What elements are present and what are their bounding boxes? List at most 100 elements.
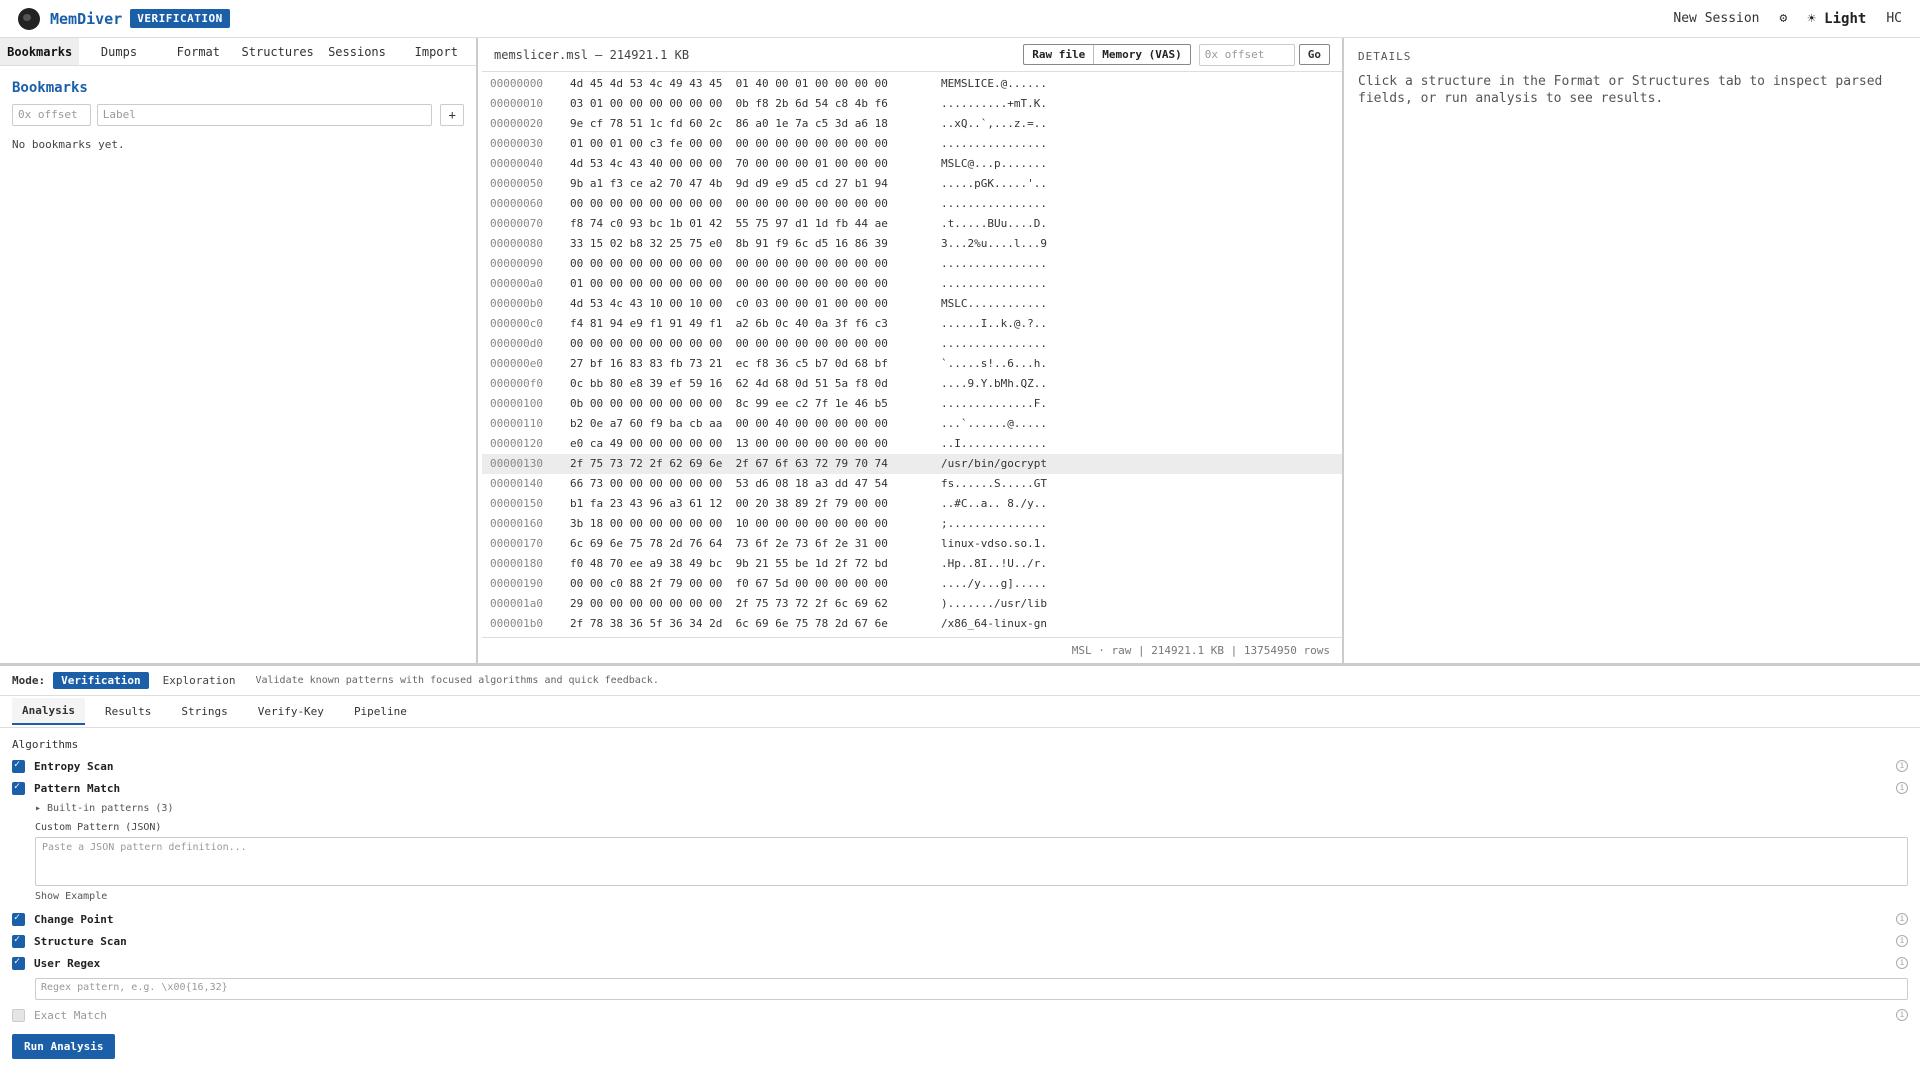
hex-ascii: linux-vdso.so.1. (941, 537, 1047, 550)
new-session-button[interactable]: New Session (1673, 11, 1759, 26)
algo-entropy: Entropy Scan i (12, 755, 1908, 777)
hex-row[interactable]: 00000180 f0 48 70 ee a9 38 49 bc 9b 21 55… (482, 554, 1342, 574)
show-example-link[interactable]: Show Example (35, 886, 1908, 908)
info-icon[interactable]: i (1896, 957, 1908, 969)
info-icon[interactable]: i (1896, 782, 1908, 794)
tab-bookmarks[interactable]: Bookmarks (0, 38, 80, 65)
hex-off: 00000130 (490, 457, 543, 470)
add-bookmark-button[interactable]: + (440, 104, 464, 126)
regex-input[interactable]: Regex pattern, e.g. \x00{16,32} (35, 978, 1908, 1000)
hex-off: 00000020 (490, 117, 543, 130)
hex-ascii: ..............F. (941, 397, 1047, 410)
hex-row[interactable]: 00000190 00 00 c0 88 2f 79 00 00 f0 67 5d… (482, 574, 1342, 594)
left-tabs: Bookmarks Dumps Format Structures Sessio… (0, 38, 476, 66)
hex-row[interactable]: 000001a0 29 00 00 00 00 00 00 00 2f 75 73… (482, 594, 1342, 614)
hex-row[interactable]: 00000020 9e cf 78 51 1c fd 60 2c 86 a0 1e… (482, 114, 1342, 134)
hex-ascii: ......I..k.@.?.. (941, 317, 1047, 330)
mode-badge: VERIFICATION (130, 9, 230, 28)
hex-off: 00000150 (490, 497, 543, 510)
tab-structures[interactable]: Structures (238, 38, 317, 65)
entropy-checkbox[interactable] (12, 759, 25, 773)
gear-icon[interactable]: ⚙ (1780, 11, 1788, 26)
mode-verification-button[interactable]: Verification (53, 672, 149, 689)
hex-off: 00000040 (490, 157, 543, 170)
hex-bytes: 01 00 00 00 00 00 00 00 00 00 00 00 00 0… (570, 277, 888, 290)
hex-row[interactable]: 00000150 b1 fa 23 43 96 a3 61 12 00 20 38… (482, 494, 1342, 514)
hex-row[interactable]: 00000040 4d 53 4c 43 40 00 00 00 70 00 00… (482, 154, 1342, 174)
info-icon[interactable]: i (1896, 1009, 1908, 1021)
hex-bytes: b1 fa 23 43 96 a3 61 12 00 20 38 89 2f 7… (570, 497, 888, 510)
theme-toggle[interactable]: ☀ Light (1807, 11, 1866, 27)
hex-bytes: 00 00 00 00 00 00 00 00 00 00 00 00 00 0… (570, 197, 888, 210)
hex-row[interactable]: 000000b0 4d 53 4c 43 10 00 10 00 c0 03 00… (482, 294, 1342, 314)
custom-pattern-textarea[interactable]: Paste a JSON pattern definition... (35, 837, 1908, 886)
bookmark-label-input[interactable]: Label (96, 104, 433, 126)
hex-bytes: 4d 53 4c 43 10 00 10 00 c0 03 00 00 01 0… (570, 297, 888, 310)
tab-results[interactable]: Results (95, 699, 161, 724)
hex-ascii: ..#C..a.. 8./y.. (941, 497, 1047, 510)
hex-row[interactable]: 00000100 0b 00 00 00 00 00 00 00 8c 99 ee… (482, 394, 1342, 414)
hex-row[interactable]: 00000120 e0 ca 49 00 00 00 00 00 13 00 00… (482, 434, 1342, 454)
algo-pattern: Pattern Match i (12, 777, 1908, 799)
hex-row[interactable]: 00000090 00 00 00 00 00 00 00 00 00 00 00… (482, 254, 1342, 274)
hex-row[interactable]: 00000030 01 00 01 00 c3 fe 00 00 00 00 00… (482, 134, 1342, 154)
hex-row[interactable]: 000000e0 27 bf 16 83 83 fb 73 21 ec f8 36… (482, 354, 1342, 374)
hex-off: 00000190 (490, 577, 543, 590)
hex-row[interactable]: 000001b0 2f 78 38 36 5f 36 34 2d 6c 69 6e… (482, 614, 1342, 634)
left-panel: Bookmarks Dumps Format Structures Sessio… (0, 38, 478, 663)
hex-row[interactable]: 00000000 4d 45 4d 53 4c 49 43 45 01 40 00… (482, 74, 1342, 94)
hex-row[interactable]: 00000130 2f 75 73 72 2f 62 69 6e 2f 67 6f… (482, 454, 1342, 474)
hex-row[interactable]: 000000d0 00 00 00 00 00 00 00 00 00 00 00… (482, 334, 1342, 354)
go-button[interactable]: Go (1298, 44, 1330, 65)
hex-ascii: `.....s!..6...h. (941, 357, 1047, 370)
tab-dumps[interactable]: Dumps (79, 38, 158, 65)
builtin-patterns-toggle[interactable]: ▸ Built-in patterns (3) (35, 799, 1908, 819)
hex-row[interactable]: 000000c0 f4 81 94 e9 f1 91 49 f1 a2 6b 0c… (482, 314, 1342, 334)
hex-row[interactable]: 00000170 6c 69 6e 75 78 2d 76 64 73 6f 2e… (482, 534, 1342, 554)
hex-row[interactable]: 00000010 03 01 00 00 00 00 00 00 0b f8 2b… (482, 94, 1342, 114)
hex-row[interactable]: 000000a0 01 00 00 00 00 00 00 00 00 00 00… (482, 274, 1342, 294)
details-text: Click a structure in the Format or Struc… (1358, 74, 1883, 106)
change-point-checkbox[interactable] (12, 912, 25, 926)
hex-ascii: fs......S.....GT (941, 477, 1047, 490)
raw-file-button[interactable]: Raw file (1024, 45, 1093, 64)
hex-bytes: f8 74 c0 93 bc 1b 01 42 55 75 97 d1 1d f… (570, 217, 888, 230)
high-contrast-toggle[interactable]: HC (1886, 11, 1902, 26)
hex-row[interactable]: 00000060 00 00 00 00 00 00 00 00 00 00 00… (482, 194, 1342, 214)
info-icon[interactable]: i (1896, 935, 1908, 947)
hex-bytes: 0b 00 00 00 00 00 00 00 8c 99 ee c2 7f 1… (570, 397, 888, 410)
memory-vas-button[interactable]: Memory (VAS) (1093, 45, 1189, 64)
file-name: memslicer.msl — 214921.1 KB (494, 47, 690, 62)
mode-exploration-button[interactable]: Exploration (163, 674, 236, 687)
bookmark-offset-input[interactable]: 0x offset (12, 104, 91, 126)
info-icon[interactable]: i (1896, 760, 1908, 772)
change-point-label: Change Point (34, 912, 114, 926)
tab-analysis[interactable]: Analysis (12, 698, 85, 725)
hex-row[interactable]: 00000140 66 73 00 00 00 00 00 00 53 d6 08… (482, 474, 1342, 494)
pattern-checkbox[interactable] (12, 781, 25, 795)
mode-row: Mode: Verification Exploration Validate … (0, 666, 1920, 696)
hex-row[interactable]: 00000160 3b 18 00 00 00 00 00 00 10 00 00… (482, 514, 1342, 534)
info-icon[interactable]: i (1896, 913, 1908, 925)
hex-ascii: /x86_64-linux-gn (941, 617, 1047, 630)
user-regex-checkbox[interactable] (12, 956, 25, 970)
hex-row[interactable]: 00000070 f8 74 c0 93 bc 1b 01 42 55 75 97… (482, 214, 1342, 234)
hex-ascii: ................ (941, 277, 1047, 290)
tab-pipeline[interactable]: Pipeline (344, 699, 417, 724)
hex-row[interactable]: 00000080 33 15 02 b8 32 25 75 e0 8b 91 f9… (482, 234, 1342, 254)
structure-scan-checkbox[interactable] (12, 934, 25, 948)
algo-user-regex: User Regex i (12, 952, 1908, 974)
run-analysis-button[interactable]: Run Analysis (12, 1034, 116, 1059)
hex-row[interactable]: 00000110 b2 0e a7 60 f9 ba cb aa 00 00 40… (482, 414, 1342, 434)
tab-strings[interactable]: Strings (171, 699, 237, 724)
goto-offset-input[interactable]: 0x offset (1198, 43, 1295, 66)
exact-match-checkbox[interactable] (12, 1008, 25, 1022)
hex-row[interactable]: 00000050 9b a1 f3 ce a2 70 47 4b 9d d9 e9… (482, 174, 1342, 194)
tab-sessions[interactable]: Sessions (317, 38, 396, 65)
tab-format[interactable]: Format (159, 38, 238, 65)
hex-ascii: ..xQ..`,...z.=.. (941, 117, 1047, 130)
tab-import[interactable]: Import (397, 38, 476, 65)
analysis-tabs: Analysis Results Strings Verify-Key Pipe… (0, 696, 1920, 728)
hex-row[interactable]: 000000f0 0c bb 80 e8 39 ef 59 16 62 4d 68… (482, 374, 1342, 394)
tab-verify-key[interactable]: Verify-Key (248, 699, 334, 724)
